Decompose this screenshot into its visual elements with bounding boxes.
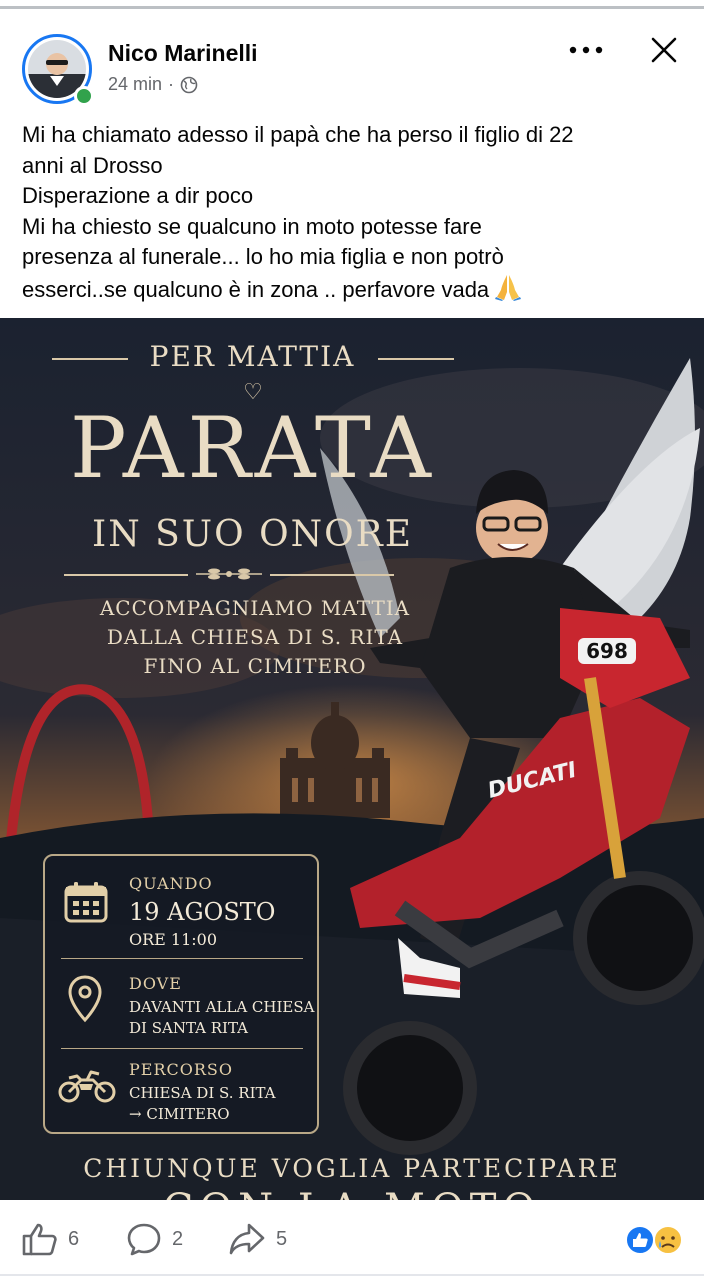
quando-date: 19 AGOSTO xyxy=(129,898,276,926)
post-text-line: presenza al funerale... lo ho mia figlia… xyxy=(22,244,504,269)
post-text-line: esserci..se qualcuno è in zona .. perfav… xyxy=(22,276,490,302)
post-image[interactable]: 698 DUCATI PER MATTIA ♡ PARATA IN SUO ON… xyxy=(0,318,704,1200)
location-pin-icon xyxy=(68,975,102,1023)
reaction-summary[interactable] xyxy=(624,1224,684,1256)
author-name[interactable]: Nico Marinelli xyxy=(108,40,258,67)
bike-number: 698 xyxy=(586,639,628,663)
percorso-line: CHIESA DI S. RITA xyxy=(129,1084,276,1102)
post-text-line: Mi ha chiesto se qualcuno in moto potess… xyxy=(22,213,482,239)
dove-line: DAVANTI ALLA CHIESA xyxy=(129,998,315,1016)
quando-time: ORE 11:00 xyxy=(129,930,218,949)
close-icon xyxy=(651,37,677,63)
close-button[interactable] xyxy=(646,32,682,68)
post-text-last-line: esserci..se qualcuno è in zona .. perfav… xyxy=(22,273,682,306)
more-dots-icon xyxy=(569,46,603,54)
comment-count: 2 xyxy=(172,1227,184,1250)
globe-icon xyxy=(180,76,198,93)
post-text-line: anni al Drosso xyxy=(22,152,163,178)
post-body: Mi ha chiamato adesso il papà che ha per… xyxy=(22,120,682,305)
info-divider xyxy=(61,958,303,959)
poster-subtitle: IN SUO ONORE xyxy=(91,514,414,555)
motorcycle-icon xyxy=(58,1070,116,1103)
top-divider xyxy=(0,6,704,9)
accompany-line: DALLA CHIESA DI S. RITA xyxy=(106,625,404,649)
share-button[interactable]: 5 xyxy=(228,1222,287,1256)
author-avatar[interactable] xyxy=(22,34,94,106)
dove-line: DI SANTA RITA xyxy=(129,1019,248,1037)
post-text-line: Mi ha chiamato adesso il papà che ha per… xyxy=(22,122,574,147)
poster-footer-cut: CON LA MOTO xyxy=(0,1186,704,1200)
comment-button[interactable]: 2 xyxy=(126,1222,183,1256)
poster-footer: CHIUNQUE VOGLIA PARTECIPARE xyxy=(83,1154,621,1183)
thumbs-up-icon xyxy=(22,1223,57,1256)
post-text-line: Disperazione a dir poco xyxy=(22,183,254,208)
more-options-button[interactable] xyxy=(566,36,606,64)
post-meta: 24 min · xyxy=(108,74,198,95)
comment-bubble-icon xyxy=(127,1223,161,1256)
post-action-bar: 6 2 5 xyxy=(0,1200,704,1274)
like-button[interactable]: 6 xyxy=(22,1222,79,1256)
laurel-ornament-icon xyxy=(196,568,262,580)
quando-label: QUANDO xyxy=(129,874,213,893)
poster-title: PARATA xyxy=(70,399,435,497)
accompany-line: ACCOMPAGNIAMO MATTIA xyxy=(99,596,411,620)
dove-label: DOVE xyxy=(129,974,182,993)
bottom-divider xyxy=(0,1274,704,1276)
share-count: 5 xyxy=(276,1227,288,1250)
poster-per-label: PER MATTIA xyxy=(149,340,356,373)
percorso-line: → CIMITERO xyxy=(129,1105,230,1123)
info-divider xyxy=(61,1048,303,1049)
share-arrow-icon xyxy=(229,1223,265,1255)
ornament-rule-right xyxy=(270,574,394,576)
sad-reaction-icon xyxy=(653,1225,683,1255)
event-info-box: QUANDO 19 AGOSTO ORE 11:00 DOVE DAVANTI … xyxy=(43,854,319,1134)
ornament-rule-left xyxy=(64,574,188,576)
folded-hands-emoji-icon xyxy=(495,274,522,301)
post-time[interactable]: 24 min xyxy=(108,74,162,95)
meta-separator: · xyxy=(168,74,175,94)
accompany-line: FINO AL CIMITERO xyxy=(143,654,367,678)
online-status-dot xyxy=(74,86,94,106)
percorso-label: PERCORSO xyxy=(129,1060,233,1079)
poster-accompany: ACCOMPAGNIAMO MATTIA DALLA CHIESA DI S. … xyxy=(20,594,490,681)
like-count: 6 xyxy=(68,1227,80,1250)
calendar-icon xyxy=(64,882,108,923)
